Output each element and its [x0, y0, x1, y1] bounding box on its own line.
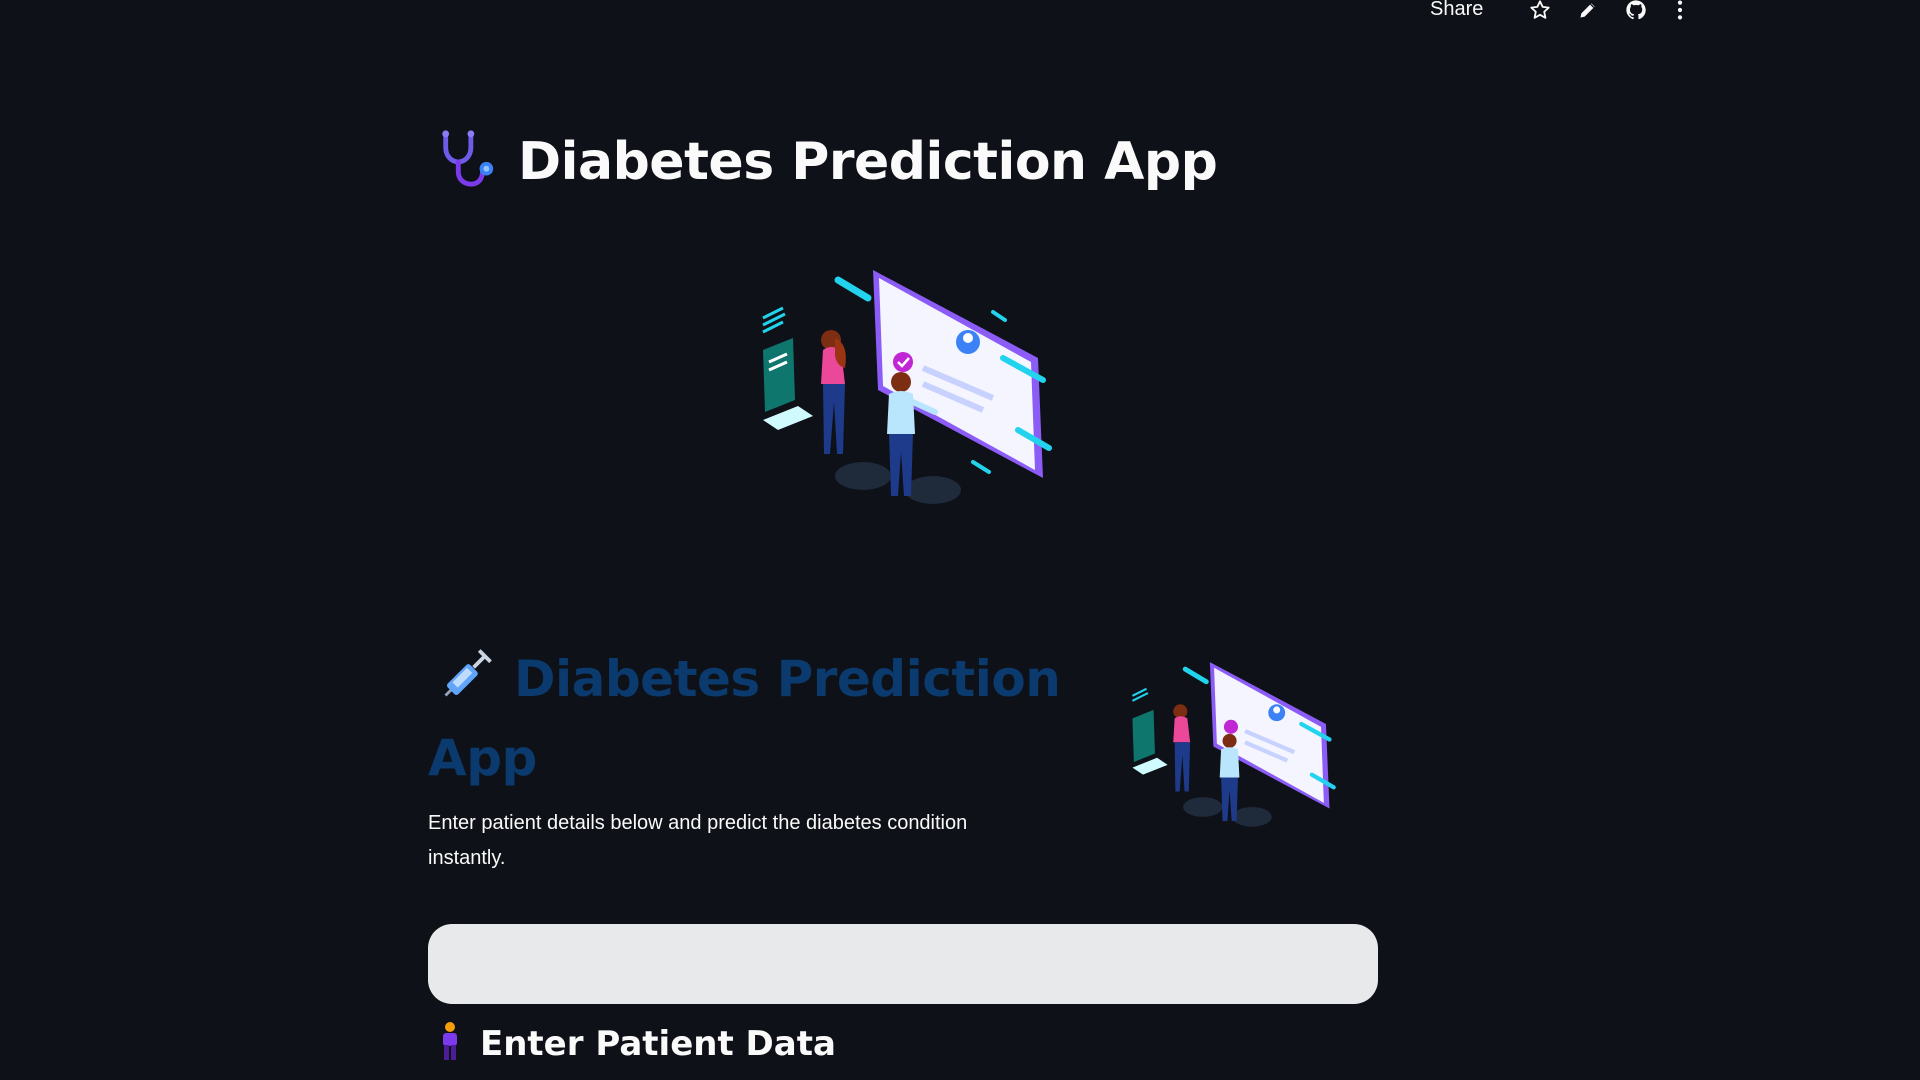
section-header: Enter Patient Data [438, 1022, 836, 1065]
patient-input-field[interactable] [428, 924, 1378, 1004]
pencil-icon[interactable] [1576, 0, 1600, 22]
top-toolbar: Share [1430, 0, 1920, 22]
share-button[interactable]: Share [1430, 0, 1483, 21]
section-title: Enter Patient Data [480, 1023, 836, 1064]
header-row: Diabetes Prediction App [428, 128, 1218, 195]
intro-description: Enter patient details below and predict … [428, 812, 968, 869]
more-vertical-icon[interactable] [1668, 0, 1692, 22]
star-icon[interactable] [1528, 0, 1552, 22]
syringe-icon [438, 643, 498, 722]
page-title: Diabetes Prediction App [518, 131, 1218, 192]
stethoscope-icon [436, 128, 498, 195]
intro-illustration [1118, 648, 1358, 838]
hero-illustration [753, 250, 1073, 520]
intro-title-text: Diabetes Prediction App [428, 650, 1061, 787]
github-icon[interactable] [1624, 0, 1648, 22]
intro-title: Diabetes Prediction App [428, 643, 1068, 794]
person-icon [438, 1022, 462, 1065]
